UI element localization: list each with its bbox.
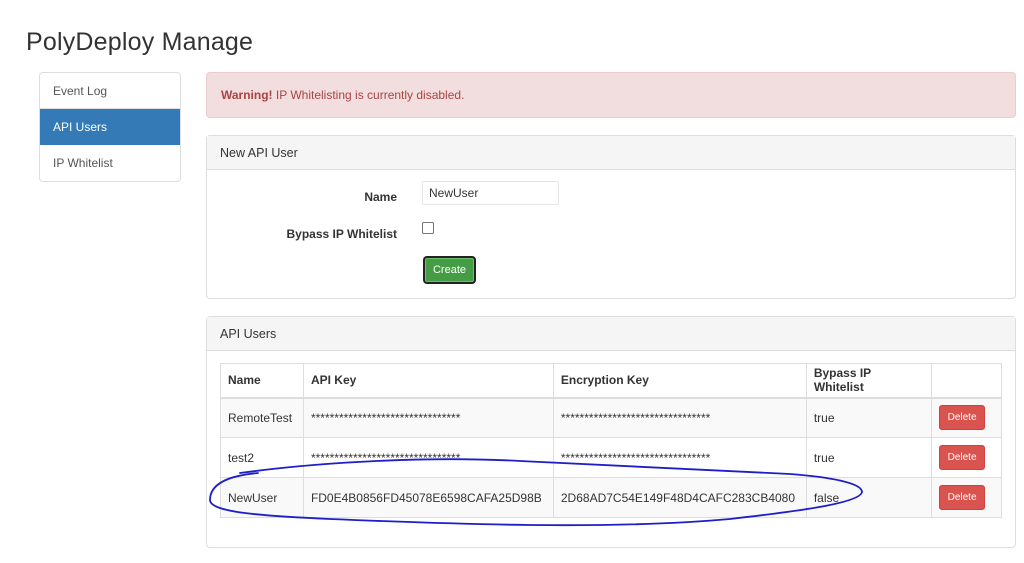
cell-bypass: true [805, 397, 933, 438]
sidebar-item-api-users[interactable]: API Users [40, 109, 180, 145]
delete-button[interactable]: Delete [939, 405, 986, 431]
column-header-encryption-key: Encryption Key [552, 363, 807, 399]
new-api-user-panel: New API User Name Bypass IP Whitelist Cr… [206, 135, 1016, 299]
cell-name: test2 [220, 437, 304, 478]
cell-bypass: false [805, 477, 933, 518]
sidebar-nav: Event Log API Users IP Whitelist [39, 72, 181, 182]
sidebar-item-event-log[interactable]: Event Log [40, 73, 180, 109]
cell-actions: Delete [931, 477, 1002, 518]
cell-name: NewUser [220, 477, 304, 518]
cell-name: RemoteTest [220, 397, 304, 438]
table-row: RemoteTest *****************************… [220, 397, 1002, 438]
column-header-actions [931, 363, 1002, 399]
warning-alert: Warning! IP Whitelisting is currently di… [206, 72, 1016, 118]
api-users-panel-title: API Users [207, 317, 1015, 351]
column-header-bypass: Bypass IP Whitelist [805, 363, 933, 399]
table-header-row: Name API Key Encryption Key Bypass IP Wh… [220, 363, 1002, 399]
cell-actions: Delete [931, 397, 1002, 438]
table-row: test2 ******************************** *… [220, 437, 1002, 478]
table-row: NewUser FD0E4B0856FD45078E6598CAFA25D98B… [220, 477, 1002, 518]
api-users-panel: API Users Name API Key Encryption Key By… [206, 316, 1016, 548]
cell-actions: Delete [931, 437, 1002, 478]
name-label: Name [364, 190, 397, 204]
page-title: PolyDeploy Manage [26, 28, 254, 56]
column-header-api-key: API Key [302, 363, 554, 399]
bypass-whitelist-label: Bypass IP Whitelist [286, 227, 397, 241]
alert-strong: Warning! [221, 88, 273, 102]
create-button[interactable]: Create [423, 256, 476, 284]
delete-button[interactable]: Delete [939, 445, 986, 470]
api-users-table: Name API Key Encryption Key Bypass IP Wh… [220, 363, 1002, 518]
alert-message: IP Whitelisting is currently disabled. [272, 88, 465, 102]
new-api-user-panel-title: New API User [207, 136, 1015, 170]
delete-button[interactable]: Delete [939, 485, 986, 510]
cell-api-key: FD0E4B0856FD45078E6598CAFA25D98B [302, 477, 554, 518]
cell-encryption-key: ******************************** [552, 437, 807, 478]
bypass-whitelist-checkbox[interactable] [422, 222, 434, 234]
sidebar-item-ip-whitelist[interactable]: IP Whitelist [40, 145, 180, 181]
cell-encryption-key: 2D68AD7C54E149F48D4CAFC283CB4080 [552, 477, 807, 518]
cell-api-key: ******************************** [302, 397, 554, 438]
column-header-name: Name [220, 363, 304, 399]
cell-encryption-key: ******************************** [552, 397, 807, 438]
cell-api-key: ******************************** [302, 437, 554, 478]
name-input[interactable] [422, 181, 559, 205]
cell-bypass: true [805, 437, 933, 478]
